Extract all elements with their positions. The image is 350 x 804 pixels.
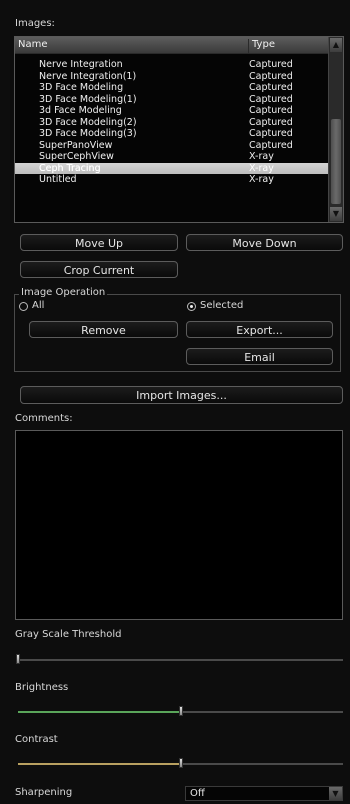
scrollbar-thumb[interactable]: [331, 119, 341, 204]
radio-selected[interactable]: [187, 302, 196, 311]
table-row[interactable]: SuperCephView X-ray: [15, 151, 329, 163]
row-type: Captured: [249, 70, 293, 82]
row-type: Captured: [249, 128, 293, 139]
remove-button[interactable]: Remove: [29, 321, 178, 338]
images-list-header: Name Type: [15, 37, 329, 54]
move-up-button[interactable]: Move Up: [20, 234, 178, 251]
chevron-down-icon[interactable]: ▼: [329, 787, 342, 800]
row-name: SuperPanoView: [39, 139, 113, 151]
contrast-label: Contrast: [15, 734, 58, 745]
table-row[interactable]: Nerve Integration Captured: [15, 59, 329, 71]
row-type: Captured: [249, 139, 293, 151]
table-row[interactable]: Untitled X-ray: [15, 174, 329, 186]
row-name: 3d Face Modeling: [39, 105, 122, 116]
table-row[interactable]: 3D Face Modeling(3) Captured: [15, 128, 329, 140]
gray-scale-threshold-label: Gray Scale Threshold: [15, 629, 122, 640]
export-button[interactable]: Export...: [186, 321, 333, 338]
row-name: 3D Face Modeling(2): [39, 116, 137, 128]
contrast-handle[interactable]: [178, 758, 183, 768]
brightness-label: Brightness: [15, 682, 69, 693]
brightness-fill: [18, 711, 181, 713]
gray-scale-threshold-track[interactable]: [18, 659, 343, 661]
table-row[interactable]: 3D Face Modeling(1) Captured: [15, 94, 329, 106]
table-row[interactable]: 3D Face Modeling Captured: [15, 82, 329, 94]
sharpening-label: Sharpening: [15, 787, 73, 798]
row-type: Captured: [249, 82, 293, 93]
images-list[interactable]: Name Type Nerve Integration Captured Nerve…: [14, 36, 344, 223]
row-name: SuperCephView: [39, 151, 114, 162]
row-type: Captured: [249, 116, 293, 128]
row-name: 3D Face Modeling(3): [39, 128, 137, 139]
table-row[interactable]: 3D Face Modeling(2) Captured: [15, 117, 329, 129]
comments-textarea[interactable]: [15, 430, 343, 620]
radio-selected-label: Selected: [200, 300, 244, 311]
row-name: Nerve Integration(1): [39, 70, 137, 82]
scroll-down-icon[interactable]: ▼: [330, 207, 342, 221]
contrast-fill: [18, 763, 181, 765]
table-row[interactable]: Nerve Integration(1) Captured: [15, 71, 329, 83]
comments-label: Comments:: [15, 413, 73, 424]
scroll-up-icon[interactable]: ▲: [330, 38, 342, 52]
table-row[interactable]: 3d Face Modeling Captured: [15, 105, 329, 117]
row-name: Nerve Integration: [39, 59, 123, 70]
move-down-button[interactable]: Move Down: [186, 234, 343, 251]
row-type: X-ray: [249, 162, 274, 174]
brightness-handle[interactable]: [178, 706, 183, 716]
column-header-name[interactable]: Name: [18, 39, 48, 50]
import-images-button[interactable]: Import Images...: [20, 386, 343, 404]
column-header-type[interactable]: Type: [248, 39, 275, 53]
row-name: Untitled: [39, 174, 77, 185]
table-row[interactable]: Ceph Tracing X-ray: [15, 162, 329, 174]
images-label: Images:: [15, 18, 55, 29]
row-type: Captured: [249, 93, 293, 105]
images-rows: Nerve Integration Captured Nerve Integrati…: [15, 59, 329, 186]
row-type: X-ray: [249, 151, 274, 162]
row-name: 3D Face Modeling: [39, 82, 124, 93]
gray-scale-threshold-handle[interactable]: [16, 654, 20, 664]
radio-all[interactable]: [19, 302, 28, 311]
row-name: 3D Face Modeling(1): [39, 93, 137, 105]
row-type: Captured: [249, 105, 293, 116]
images-list-scrollbar[interactable]: ▲ ▼: [328, 37, 343, 222]
image-operation-title: Image Operation: [19, 287, 108, 298]
sharpening-value: Off: [190, 788, 205, 799]
table-row[interactable]: SuperPanoView Captured: [15, 140, 329, 152]
sharpening-select[interactable]: Off ▼: [185, 786, 343, 801]
row-name: Ceph Tracing: [39, 162, 101, 174]
radio-all-label: All: [32, 300, 45, 311]
email-button[interactable]: Email: [186, 348, 333, 365]
row-type: Captured: [249, 59, 293, 70]
crop-current-button[interactable]: Crop Current: [20, 261, 178, 278]
row-type: X-ray: [249, 174, 274, 185]
